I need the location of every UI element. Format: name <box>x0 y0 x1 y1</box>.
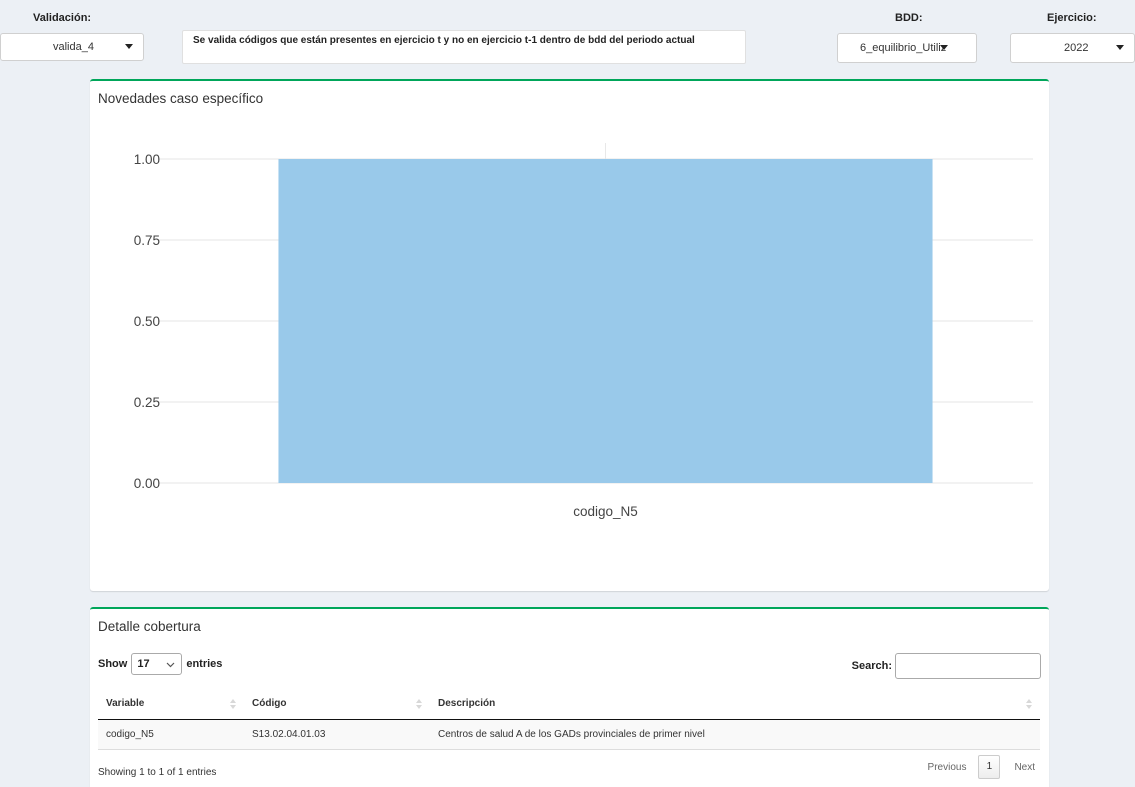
table-box: Detalle cobertura Show 17 entries Search… <box>90 607 1049 787</box>
validacion-select[interactable]: valida_4 <box>0 33 144 61</box>
ejercicio-label: Ejercicio: <box>1047 12 1097 24</box>
bar-chart: 0.00 0.25 0.50 0.75 1.00 codigo_N5 <box>134 143 1033 519</box>
cell-descripcion: Centros de salud A de los GADs provincia… <box>430 719 1040 750</box>
column-header-descripcion[interactable]: Descripción <box>430 689 1040 720</box>
table-header-row: Variable Código Descripción <box>98 689 1040 720</box>
validacion-label: Validación: <box>33 12 92 24</box>
show-label: Show <box>98 658 128 670</box>
pagination: Previous 1 Next <box>916 755 1039 779</box>
ejercicio-select[interactable]: 2022 <box>1010 33 1135 63</box>
filter-bar: Validación: valida_4 Se valida códigos q… <box>0 0 1135 76</box>
data-table: Variable Código Descripción codigo_N5 S1… <box>98 689 1040 750</box>
table-box-title: Detalle cobertura <box>98 619 201 634</box>
table-info: Showing 1 to 1 of 1 entries <box>98 767 217 778</box>
cell-codigo: S13.02.04.01.03 <box>244 719 430 750</box>
search-input[interactable] <box>895 653 1041 679</box>
y-tick-label: 0.00 <box>134 476 160 491</box>
bdd-select[interactable]: 6_equilibrio_Utiliz <box>837 33 977 63</box>
chevron-down-icon <box>940 45 948 50</box>
sort-icon <box>230 699 236 711</box>
column-header-codigo[interactable]: Código <box>244 689 430 720</box>
search-control: Search: <box>852 653 1041 679</box>
x-tick-label: codigo_N5 <box>573 504 638 519</box>
pagination-next[interactable]: Next <box>1000 762 1039 773</box>
bdd-value: 6_equilibrio_Utiliz <box>860 42 947 54</box>
table-row[interactable]: codigo_N5 S13.02.04.01.03 Centros de sal… <box>98 719 1040 750</box>
page-length-value: 17 <box>137 658 150 670</box>
column-header-variable[interactable]: Variable <box>98 689 244 720</box>
page-length-control: Show 17 entries <box>98 653 222 675</box>
pagination-previous[interactable]: Previous <box>916 762 979 773</box>
y-tick-label: 1.00 <box>134 152 160 167</box>
chevron-down-icon <box>125 44 133 49</box>
chevron-down-icon <box>1116 45 1124 50</box>
ejercicio-value: 2022 <box>1064 42 1089 54</box>
entries-label: entries <box>186 658 223 670</box>
chart-box: Novedades caso específico 0.00 0.25 0.50 0.… <box>90 79 1049 591</box>
sort-icon <box>416 699 422 711</box>
sort-icon <box>1026 699 1032 711</box>
bdd-label: BDD: <box>895 12 923 24</box>
y-tick-label: 0.50 <box>134 314 160 329</box>
search-label: Search: <box>851 660 892 672</box>
page-length-select[interactable]: 17 <box>131 653 183 675</box>
chevron-down-icon <box>166 662 175 668</box>
y-tick-label: 0.75 <box>134 233 160 248</box>
y-tick-label: 0.25 <box>134 395 160 410</box>
bar <box>278 159 933 483</box>
pagination-page-1[interactable]: 1 <box>978 755 1001 779</box>
validation-description: Se valida códigos que están presentes en… <box>182 30 746 64</box>
validacion-value: valida_4 <box>53 41 94 53</box>
cell-variable: codigo_N5 <box>98 719 244 750</box>
